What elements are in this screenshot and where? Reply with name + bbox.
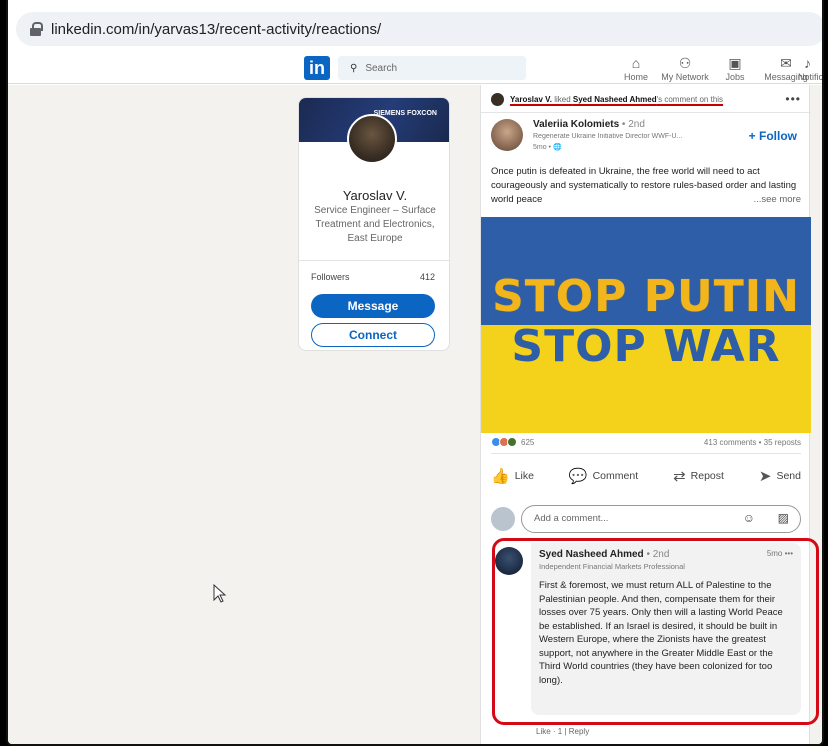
globe-icon: 🌐 [552,144,562,151]
connect-button[interactable]: Connect [311,323,435,347]
divider [481,112,811,113]
followers-count: 412 [419,272,435,282]
linkedin-logo[interactable]: in [304,56,330,80]
author-headline: Regenerate Ukraine Initiative Director W… [533,133,683,140]
post-author: Valeriia Kolomiets • 2nd Regenerate Ukra… [491,119,801,161]
search-icon: ⚲ [350,62,358,74]
actor-mini-avatar [491,92,504,106]
comment-footer[interactable]: Like · 1 | Reply [536,727,589,736]
author-name[interactable]: Valeriia Kolomiets [533,119,619,130]
reaction-count: 625 [521,437,535,447]
browser-window: linkedin.com/in/yarvas13/recent-activity… [6,0,824,746]
divider [491,453,801,454]
activity-actor[interactable]: Yaroslav V. [510,95,552,104]
more-options-icon[interactable]: ••• [785,92,801,106]
comment-composer: Add a comment... ☺ ▨ [491,505,801,533]
comment-icon: 💬 [568,468,588,485]
author-degree: • 2nd [619,119,645,130]
poster-line-1: STOP PUTIN [492,271,800,322]
comment-button[interactable]: 💬 Comment [569,467,638,485]
see-more-link[interactable]: ...see more [753,193,801,207]
post-actions: 👍 Like 💬 Comment ⇄ Repost ➤ Send [491,467,801,485]
image-icon[interactable]: ▨ [778,511,789,525]
lock-icon [30,22,43,36]
mouse-cursor-icon [213,584,227,603]
repost-icon: ⇄ [673,468,686,485]
linkedin-header: in ⚲ Search ⌂ Home ⚇ My Network ▣ Jobs ✉ Mes… [8,52,822,84]
activity-target[interactable]: Syed Nasheed Ahmed [573,95,657,104]
like-button[interactable]: 👍 Like [491,467,534,485]
send-icon: ➤ [758,468,772,485]
bell-icon: ♪ [804,55,811,71]
activity-line: Yaroslav V. liked Syed Nasheed Ahmed's c… [491,91,801,107]
profile-avatar[interactable] [347,114,397,164]
post-time: 5mo • 🌐 [533,144,562,151]
comments-reposts[interactable]: 413 comments • 35 reposts [704,438,801,447]
repost-button[interactable]: ⇄ Repost [673,467,724,485]
profile-card: SIEMENS FOXCON Yaroslav V. Service Engin… [298,97,450,351]
url-text[interactable]: linkedin.com/in/yarvas13/recent-activity… [51,21,381,38]
profile-headline: Service Engineer – Surface Treatment and… [314,205,436,244]
thumbs-up-icon: 👍 [491,468,510,485]
nav-notifications[interactable]: ♪ Notific [798,52,822,82]
followers-row: Followers 412 [311,272,435,282]
author-avatar[interactable] [491,119,523,151]
send-button[interactable]: ➤ Send [759,467,801,485]
comment-input[interactable]: Add a comment... [521,505,801,533]
emoji-icon[interactable]: ☺ [743,511,755,525]
follow-button[interactable]: + Follow [749,129,797,143]
message-button[interactable]: Message [311,294,435,318]
post-image[interactable]: STOP PUTIN STOP WAR [481,217,811,433]
post-text: Once putin is defeated in Ukraine, the f… [491,166,801,207]
my-avatar [491,507,515,531]
followers-label: Followers [311,272,350,282]
support-reaction-icon [507,437,517,447]
divider [299,260,449,261]
reactions[interactable]: 625 [491,437,534,447]
search-input[interactable]: ⚲ Search [338,56,526,80]
poster-line-2: STOP WAR [511,321,781,372]
address-bar[interactable]: linkedin.com/in/yarvas13/recent-activity… [16,12,822,46]
search-placeholder: Search [365,62,398,74]
profile-name[interactable]: Yaroslav V. [299,188,449,203]
highlight-annotation-box [492,538,819,725]
post-stats: 625 413 comments • 35 reposts [491,437,801,447]
